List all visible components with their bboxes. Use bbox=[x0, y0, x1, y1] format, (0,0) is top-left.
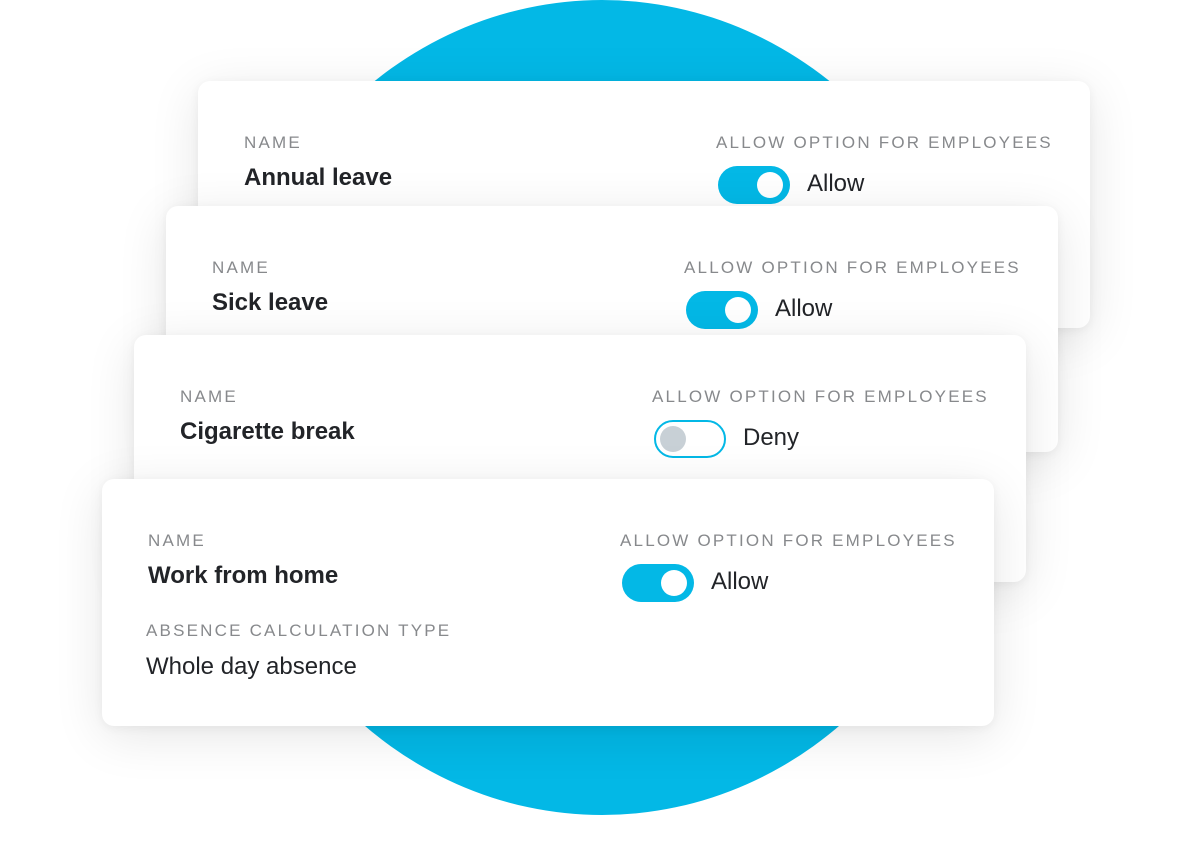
name-value: Annual leave bbox=[244, 164, 393, 191]
toggle-knob bbox=[725, 297, 751, 323]
allow-option-label: ALLOW OPTION FOR EMPLOYEES bbox=[652, 387, 989, 406]
toggle-state-text: Allow bbox=[775, 295, 833, 322]
name-label: NAME bbox=[148, 531, 206, 550]
allow-option-label: ALLOW OPTION FOR EMPLOYEES bbox=[684, 258, 1021, 277]
absence-calculation-type-label: ABSENCE CALCULATION TYPE bbox=[146, 621, 452, 640]
toggle-knob bbox=[757, 172, 783, 198]
allow-toggle[interactable] bbox=[622, 564, 694, 602]
name-value: Cigarette break bbox=[180, 418, 355, 445]
name-value: Sick leave bbox=[212, 289, 329, 316]
allow-toggle[interactable] bbox=[654, 420, 726, 458]
toggle-knob bbox=[661, 570, 687, 596]
absence-calculation-type-value: Whole day absence bbox=[146, 653, 357, 680]
allow-toggle[interactable] bbox=[718, 166, 790, 204]
toggle-state-text: Allow bbox=[711, 568, 769, 595]
allow-option-label: ALLOW OPTION FOR EMPLOYEES bbox=[620, 531, 957, 550]
name-label: NAME bbox=[180, 387, 238, 406]
toggle-state-text: Allow bbox=[807, 170, 865, 197]
toggle-state-text: Deny bbox=[743, 424, 800, 451]
absence-type-card-work-from-home: NAME Work from home ALLOW OPTION FOR EMP… bbox=[102, 479, 994, 726]
allow-option-label: ALLOW OPTION FOR EMPLOYEES bbox=[716, 133, 1053, 152]
allow-toggle[interactable] bbox=[686, 291, 758, 329]
name-value: Work from home bbox=[148, 562, 339, 589]
toggle-knob bbox=[660, 426, 686, 452]
name-label: NAME bbox=[212, 258, 270, 277]
name-label: NAME bbox=[244, 133, 302, 152]
